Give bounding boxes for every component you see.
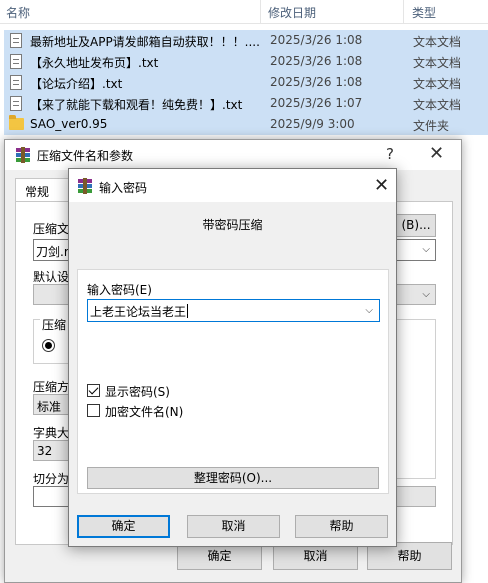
file-type: 文件夹 xyxy=(413,119,450,133)
column-divider[interactable] xyxy=(260,0,261,24)
file-type: 文本文档 xyxy=(413,98,462,112)
password-cancel-button[interactable]: 取消 xyxy=(187,515,280,538)
password-cancel-label: 取消 xyxy=(221,519,246,533)
default-settings-label: 默认设 xyxy=(33,270,70,284)
column-header-type[interactable]: 类型 xyxy=(412,4,436,21)
compression-method-label: 压缩方 xyxy=(33,380,70,394)
file-date: 2025/3/26 1:07 xyxy=(270,96,363,110)
file-date: 2025/3/26 1:08 xyxy=(270,33,363,47)
password-help-button[interactable]: 帮助 xyxy=(295,515,388,538)
column-header-modified[interactable]: 修改日期 xyxy=(268,4,316,21)
password-label: 输入密码(E) xyxy=(87,283,152,297)
folder-icon xyxy=(9,115,24,130)
help-icon[interactable]: ? xyxy=(386,145,394,163)
archive-ok-label: 确定 xyxy=(207,549,232,563)
password-dialog: 输入密码 ✕ 带密码压缩 输入密码(E) 上老王论坛当老王 ⌵ 显示密码(S) … xyxy=(68,168,397,547)
organize-passwords-label: 整理密码(O)... xyxy=(193,471,273,485)
file-row[interactable]: 【论坛介绍】.txt 2025/3/26 1:08 文本文档 xyxy=(4,72,488,93)
file-date: 2025/9/9 3:00 xyxy=(270,117,355,131)
password-dialog-heading: 带密码压缩 xyxy=(202,218,263,232)
show-password-label[interactable]: 显示密码(S) xyxy=(105,383,170,400)
compression-method-value: 标准 xyxy=(37,400,62,414)
chevron-down-icon: ⌵ xyxy=(422,289,430,300)
archive-dialog-title: 压缩文件名和参数 xyxy=(37,149,134,163)
text-file-icon xyxy=(10,96,22,111)
text-file-icon xyxy=(10,33,22,48)
file-row[interactable]: 【来了就能下载和观看！纯免费！】.txt 2025/3/26 1:07 文本文档 xyxy=(4,93,488,114)
file-type: 文本文档 xyxy=(413,35,462,49)
column-divider[interactable] xyxy=(403,0,404,24)
file-date: 2025/3/26 1:08 xyxy=(270,54,363,68)
encrypt-filenames-checkbox[interactable] xyxy=(87,404,100,417)
password-input[interactable]: 上老王论坛当老王 ⌵ xyxy=(87,299,380,322)
chevron-down-icon[interactable]: ⌵ xyxy=(365,305,373,316)
password-value: 上老王论坛当老王 xyxy=(90,304,189,319)
file-name: SAO_ver0.95 xyxy=(30,117,108,131)
archive-dialog-titlebar[interactable]: 压缩文件名和参数 ? ✕ xyxy=(5,140,461,170)
winrar-icon xyxy=(78,178,92,194)
dictionary-size-value: 32 xyxy=(37,444,53,458)
archive-help-label: 帮助 xyxy=(397,549,422,563)
file-row[interactable]: SAO_ver0.95 2025/9/9 3:00 文件夹 xyxy=(4,114,488,135)
password-ok-label: 确定 xyxy=(111,519,136,533)
tab-general[interactable]: 常规 xyxy=(15,178,70,202)
password-ok-button[interactable]: 确定 xyxy=(77,515,170,538)
file-row[interactable]: 【永久地址发布页】.txt 2025/3/26 1:08 文本文档 xyxy=(4,51,488,72)
tab-general-label: 常规 xyxy=(25,185,50,199)
file-row[interactable]: 最新地址及APP请发邮箱自动获取！！！.... 2025/3/26 1:08 文… xyxy=(4,30,488,51)
winrar-icon xyxy=(16,147,30,163)
chevron-down-icon: ⌵ xyxy=(422,244,430,255)
show-password-checkbox[interactable] xyxy=(87,384,100,397)
archive-name-label: 压缩文 xyxy=(33,222,70,236)
password-dialog-title: 输入密码 xyxy=(99,181,148,195)
archive-cancel-label: 取消 xyxy=(303,549,328,563)
file-name: 【永久地址发布页】.txt xyxy=(30,56,159,70)
encrypt-filenames-label[interactable]: 加密文件名(N) xyxy=(105,403,183,420)
file-name: 【来了就能下载和观看！纯免费！】.txt xyxy=(30,98,243,112)
text-file-icon xyxy=(10,75,22,90)
text-file-icon xyxy=(10,54,22,69)
password-help-label: 帮助 xyxy=(329,519,354,533)
file-type: 文本文档 xyxy=(413,77,462,91)
column-header-row: 名称 修改日期 类型 xyxy=(0,0,488,24)
close-icon[interactable]: ✕ xyxy=(429,143,444,164)
dictionary-size-label: 字典大 xyxy=(33,426,70,440)
file-name: 【论坛介绍】.txt xyxy=(30,77,123,91)
file-name: 最新地址及APP请发邮箱自动获取！！！.... xyxy=(30,35,260,49)
format-radio[interactable] xyxy=(42,339,55,352)
split-volumes-label: 切分为 xyxy=(33,472,70,486)
password-dialog-titlebar[interactable]: 输入密码 ✕ xyxy=(69,169,396,202)
organize-passwords-button[interactable]: 整理密码(O)... xyxy=(87,467,379,489)
file-type: 文本文档 xyxy=(413,56,462,70)
archive-name-value: 刀剑.r xyxy=(36,245,69,259)
column-header-name[interactable]: 名称 xyxy=(6,4,30,21)
archive-format-label: 压缩 xyxy=(40,316,69,333)
close-icon[interactable]: ✕ xyxy=(374,175,389,196)
file-date: 2025/3/26 1:08 xyxy=(270,75,363,89)
